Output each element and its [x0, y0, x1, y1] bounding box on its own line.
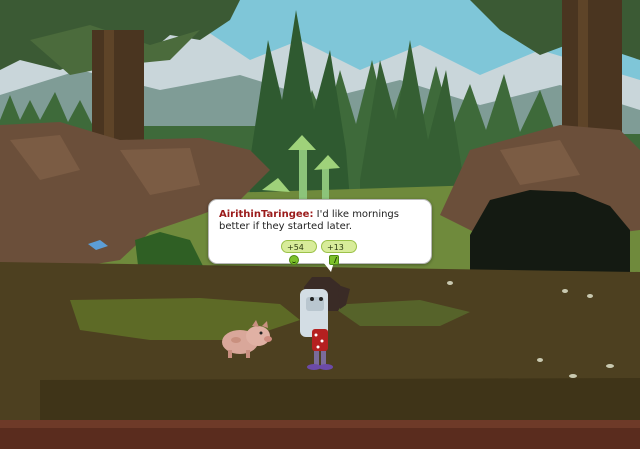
energy-reward-button[interactable]: +13	[321, 240, 357, 265]
game-scene: AirithinTaringee: I'd like mornings bett…	[0, 0, 640, 449]
speaker-name[interactable]: AirithinTaringee:	[219, 209, 313, 220]
happiness-reward-value: +54	[287, 243, 304, 252]
lightning-bolt-icon	[329, 255, 339, 265]
energy-reward-value: +13	[327, 243, 344, 252]
pig-npc[interactable]	[218, 318, 276, 360]
speech-text: AirithinTaringee: I'd like mornings bett…	[219, 209, 425, 233]
player-avatar[interactable]	[290, 275, 356, 375]
happiness-reward-button[interactable]: +54	[281, 240, 317, 265]
smiley-face-icon	[289, 255, 299, 265]
speech-bubble: AirithinTaringee: I'd like mornings bett…	[208, 199, 432, 272]
